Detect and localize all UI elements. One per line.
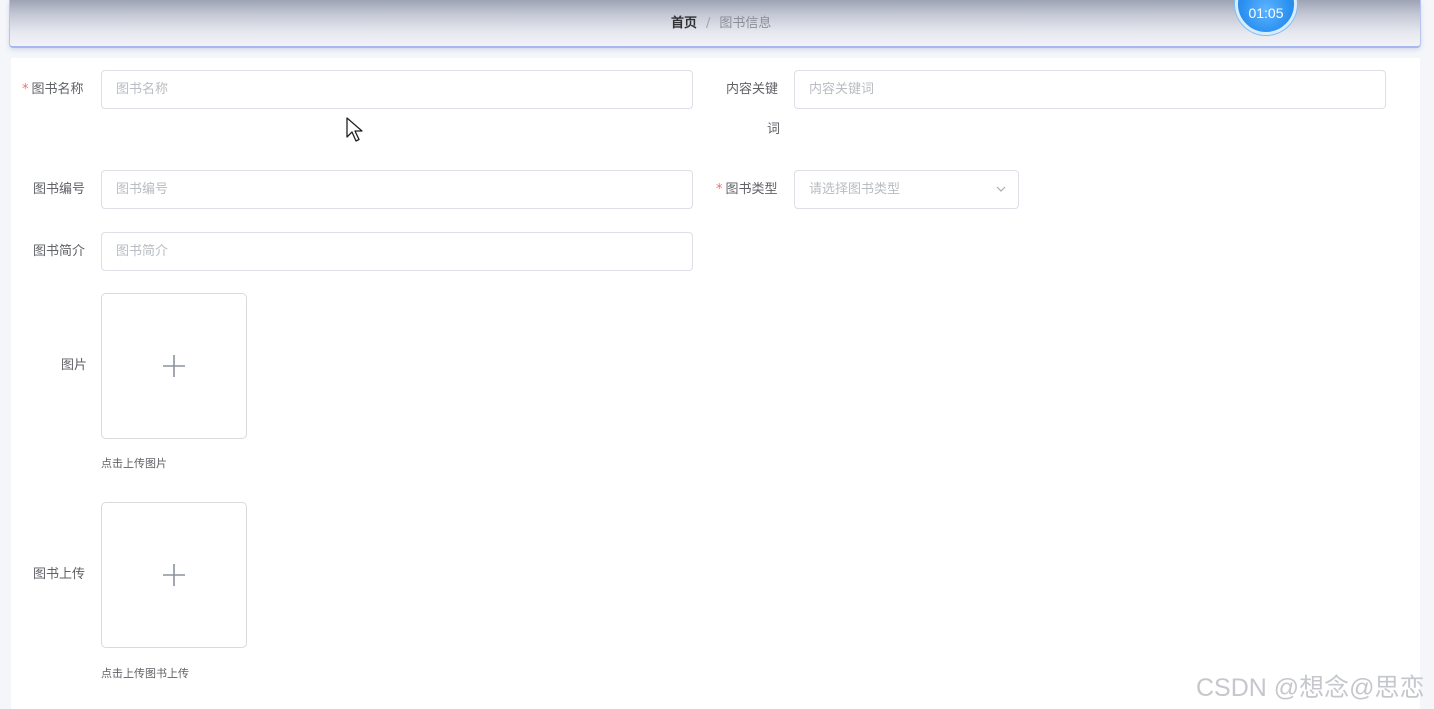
book-intro-label: 图书简介 <box>33 244 86 259</box>
keywords-input[interactable] <box>794 70 1386 109</box>
book-upload-box[interactable] <box>101 502 247 648</box>
image-upload-tip: 点击上传图片 <box>101 457 167 470</box>
keywords-label-line1: 内容关键 <box>726 82 779 97</box>
book-upload-label: 图书上传 <box>33 567 86 582</box>
breadcrumb: 首页 / 图书信息 <box>671 14 771 34</box>
mouse-cursor-icon <box>346 117 363 142</box>
book-intro-input[interactable] <box>101 232 693 271</box>
plus-icon <box>163 564 185 586</box>
image-label: 图片 <box>61 358 88 373</box>
book-upload-tip: 点击上传图书上传 <box>101 667 189 680</box>
keywords-label-line2: 词 <box>767 122 781 137</box>
required-mark: * <box>716 182 723 197</box>
top-header: 首页 / 图书信息 <box>9 0 1421 48</box>
book-name-label: * 图书名称 <box>22 82 84 97</box>
book-type-placeholder: 请选择图书类型 <box>809 182 901 197</box>
book-name-input[interactable] <box>101 70 693 109</box>
book-type-select[interactable]: 请选择图书类型 <box>794 170 1019 209</box>
book-number-label: 图书编号 <box>33 182 86 197</box>
breadcrumb-home[interactable]: 首页 <box>671 16 697 31</box>
required-mark: * <box>22 82 29 97</box>
timer-text: 01:05 <box>1248 5 1284 21</box>
image-upload-box[interactable] <box>101 293 247 439</box>
chevron-down-icon <box>996 186 1006 192</box>
book-number-input[interactable] <box>101 170 693 209</box>
plus-icon <box>163 355 185 377</box>
breadcrumb-current: 图书信息 <box>719 16 772 31</box>
watermark: CSDN @想念@思恋 <box>1196 674 1425 702</box>
breadcrumb-separator: / <box>706 16 711 31</box>
book-type-label: * 图书类型 <box>716 182 778 197</box>
